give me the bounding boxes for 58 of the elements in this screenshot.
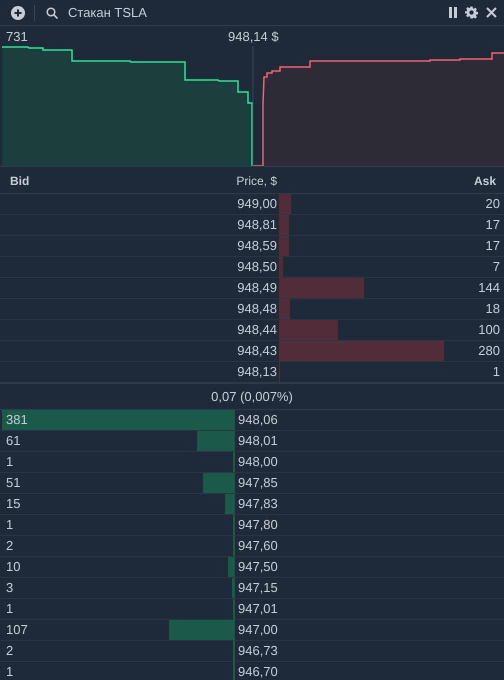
column-header: Price, $	[235, 173, 277, 190]
ask-price: 948,44	[236, 321, 278, 339]
bid-size: 2	[6, 537, 14, 555]
ask-size: 1	[492, 363, 500, 381]
ask-price: 948,49	[236, 279, 278, 297]
bid-price: 946,73	[237, 642, 279, 660]
ask-size: 20	[486, 195, 500, 213]
widget-title: Стакан TSLA	[68, 4, 147, 22]
bid-price: 948,00	[237, 453, 279, 471]
bid-price: 948,01	[237, 432, 279, 450]
bid-size: 1	[6, 600, 14, 618]
ask-size: 18	[486, 300, 500, 318]
ask-volume-bar	[279, 215, 289, 235]
ask-size: 7	[492, 258, 500, 276]
ask-volume-bar	[279, 194, 291, 214]
ask-price: 948,50	[236, 258, 278, 276]
depth-volume: 731	[6, 28, 28, 46]
bid-size: 107	[6, 621, 28, 639]
close-icon[interactable]	[486, 7, 497, 18]
bid-size: 1	[6, 453, 14, 471]
ask-price: 948,81	[236, 216, 278, 234]
bid-size: 10	[6, 558, 20, 576]
spread-value: 0,07 (0,007%)	[211, 388, 293, 406]
ask-size: 100	[478, 321, 500, 339]
ask-price: 948,43	[236, 342, 278, 360]
bid-price: 947,83	[237, 495, 279, 513]
bid-price: 947,15	[237, 579, 279, 597]
ask-size: 17	[486, 216, 500, 234]
add-icon[interactable]	[11, 6, 25, 20]
column-header: Bid	[10, 173, 30, 190]
bid-price: 947,80	[237, 516, 279, 534]
bid-size: 15	[6, 495, 20, 513]
settings-icon[interactable]	[465, 6, 478, 19]
bid-size: 1	[6, 516, 14, 534]
ask-price: 948,59	[236, 237, 278, 255]
bid-price: 947,60	[237, 537, 279, 555]
bid-size: 3	[6, 579, 14, 597]
bid-price: 947,85	[237, 474, 279, 492]
bid-size: 61	[6, 432, 20, 450]
ask-size: 144	[478, 279, 500, 297]
bid-price: 947,00	[237, 621, 279, 639]
bid-size: 51	[6, 474, 20, 492]
bid-size: 381	[6, 411, 28, 429]
bid-price: 947,01	[237, 600, 279, 618]
bid-price: 948,06	[237, 411, 279, 429]
bid-size: 2	[6, 642, 14, 660]
bid-price: 946,70	[237, 663, 279, 680]
column-header: Ask	[474, 173, 496, 190]
ask-price: 949,00	[236, 195, 278, 213]
pause-icon[interactable]	[449, 7, 457, 18]
bid-size: 1	[6, 663, 14, 680]
search-icon[interactable]	[46, 6, 58, 18]
bid-price: 947,50	[237, 558, 279, 576]
ask-size: 280	[478, 342, 500, 360]
mid-price: 948,14 $	[228, 28, 279, 46]
ask-size: 17	[486, 237, 500, 255]
ask-price: 948,48	[236, 300, 278, 318]
ask-price: 948,13	[236, 363, 278, 381]
